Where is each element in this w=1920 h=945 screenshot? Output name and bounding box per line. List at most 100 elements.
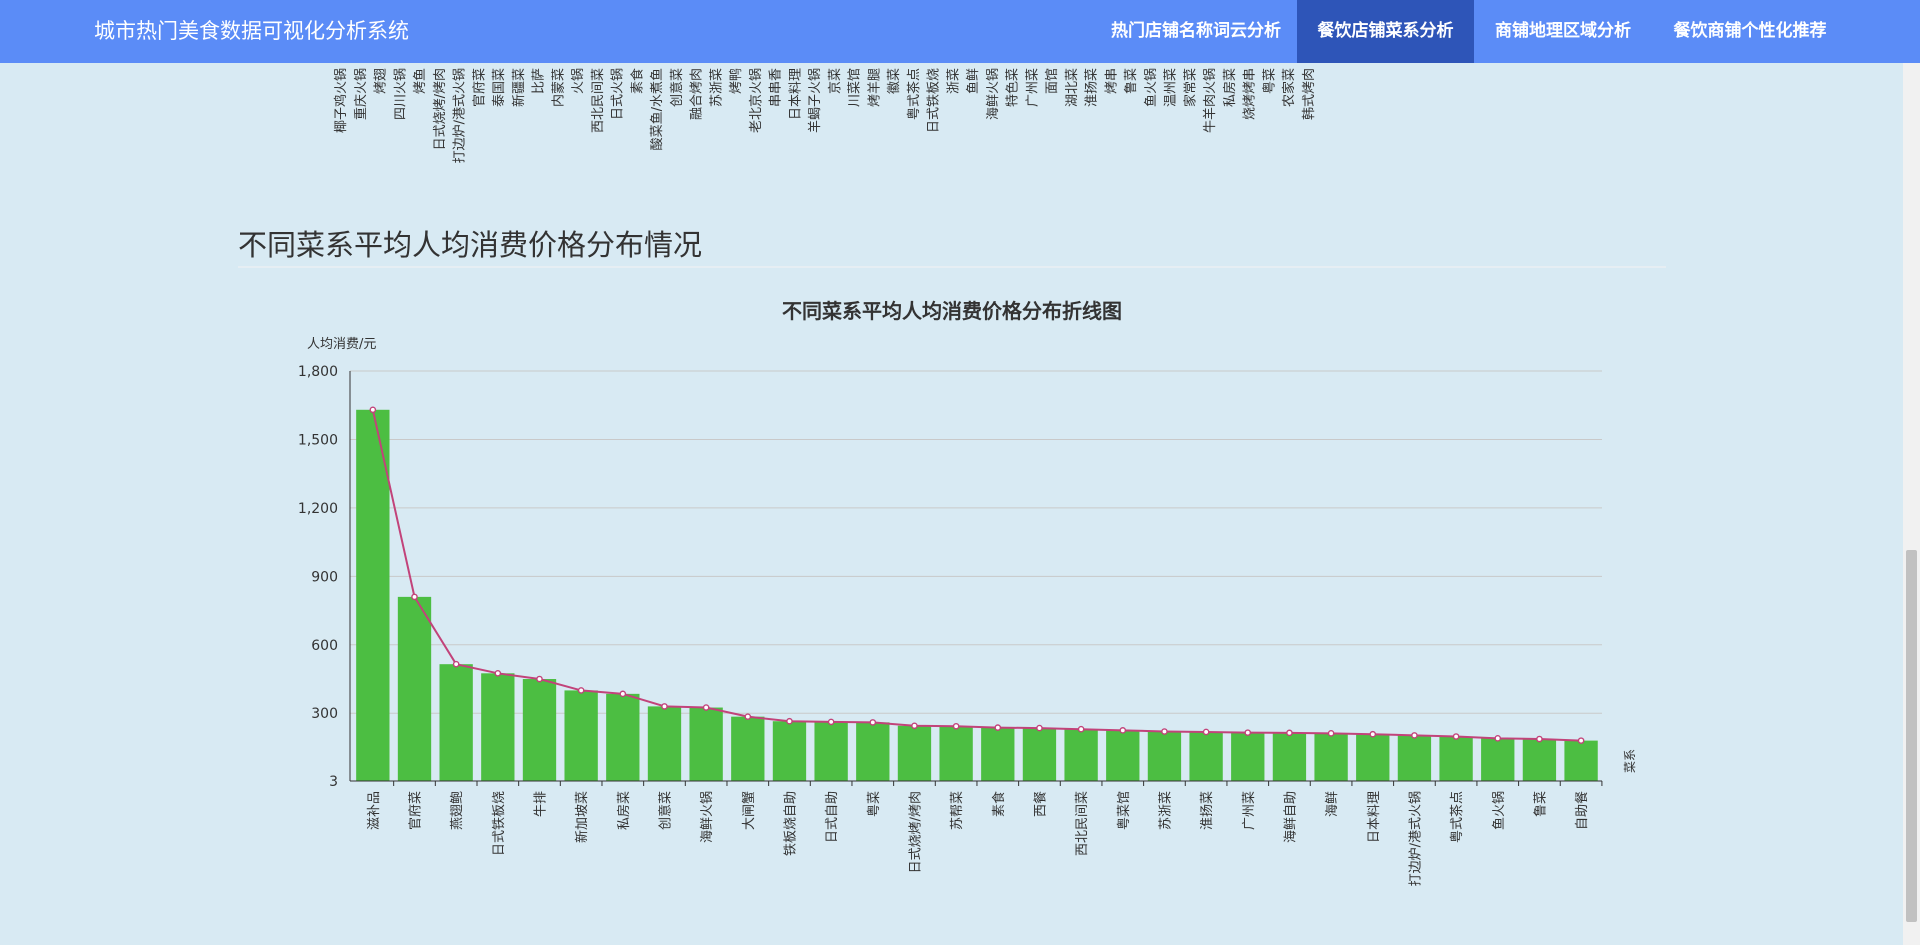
bar	[772, 721, 807, 781]
line-point	[1286, 729, 1293, 737]
line-point	[1244, 729, 1252, 736]
chart-bars	[356, 409, 1598, 781]
top-axis-label: 苏浙菜	[708, 68, 724, 107]
page-scrollbar[interactable]	[1903, 0, 1920, 945]
top-axis-label: 打边炉/港式火锅	[452, 68, 468, 163]
y-tick-label: 600	[311, 638, 338, 654]
top-axis-label: 特色菜	[1005, 68, 1021, 107]
top-axis-label: 酸菜鱼/水煮鱼	[649, 68, 665, 150]
x-tick-label: 西北民间菜	[1075, 791, 1090, 856]
top-axis-label: 鱼火锅	[1143, 68, 1159, 107]
top-axis-label: 韩式烤肉	[1302, 68, 1317, 120]
line-point	[411, 593, 418, 601]
x-tick-label: 海鲜	[1325, 791, 1340, 817]
x-tick-label: 燕翅鲍	[449, 791, 465, 830]
top-axis-label: 烤鱼	[412, 68, 428, 94]
line-point	[1161, 728, 1168, 735]
top-axis-label: 烤鸭	[729, 68, 744, 94]
x-tick-label: 粤菜	[866, 791, 882, 817]
top-navbar: 城市热门美食数据可视化分析系统 热门店铺名称词云分析 餐饮店铺菜系分析 商铺地理…	[0, 0, 1920, 63]
bar	[1147, 731, 1182, 781]
nav-wordcloud-analysis[interactable]: 热门店铺名称词云分析	[1085, 0, 1307, 63]
bar	[689, 707, 723, 781]
line-point	[827, 718, 835, 726]
x-tick-label: 海鲜自助	[1283, 791, 1298, 843]
y-axis-ticks: 1,800 1,500 1,200 900 600 300 3	[298, 364, 338, 790]
top-axis-label: 粤式茶点	[906, 68, 922, 120]
top-axis-label: 串串香	[769, 68, 784, 107]
top-axis-label: 椰子鸡火锅	[333, 68, 349, 133]
top-axis-label: 温州菜	[1164, 68, 1179, 107]
x-tick-label: 铁板烧自助	[783, 791, 798, 856]
line-point	[702, 704, 710, 711]
line-point	[619, 690, 627, 698]
bar	[1314, 733, 1348, 781]
x-tick-label: 官府菜	[407, 791, 423, 830]
y-tick-label: 3	[329, 774, 338, 790]
app-title[interactable]: 城市热门美食数据可视化分析系统	[94, 0, 409, 63]
top-axis-label: 泰国菜	[492, 68, 507, 107]
nav-geo-analysis[interactable]: 商铺地理区域分析	[1474, 0, 1652, 63]
nav-cuisine-analysis[interactable]: 餐饮店铺菜系分析	[1297, 0, 1474, 63]
x-tick-label: 素食	[991, 791, 1007, 817]
bar	[1564, 740, 1598, 781]
x-tick-label: 私房菜	[616, 791, 632, 830]
bar	[856, 722, 890, 781]
bar	[1356, 734, 1390, 781]
bar	[939, 726, 973, 781]
top-axis-label: 鱼鲜	[965, 68, 981, 94]
line-point	[1536, 735, 1543, 743]
top-axis-label: 家常菜	[1182, 68, 1198, 107]
bar	[481, 673, 515, 781]
top-axis-label: 创意菜	[669, 68, 685, 107]
x-tick-label: 滋补品	[367, 791, 382, 830]
y-tick-label: 1,200	[298, 501, 338, 517]
y-tick-label: 300	[311, 706, 338, 722]
line-point	[536, 675, 543, 683]
top-axis-label: 火锅	[570, 68, 586, 94]
bar	[981, 727, 1015, 781]
y-tick-label: 1,800	[298, 364, 338, 380]
chart-canvas: 椰子鸡火锅 重庆火锅 烤翅 四川火锅 烤鱼 日式烧烤/烤肉 打边炉/港式火锅 官府菜 泰国菜 新疆…	[298, 68, 1637, 886]
top-axis-label: 烤羊腿	[866, 68, 882, 107]
bar	[814, 721, 848, 781]
line-point	[1077, 725, 1085, 733]
x-tick-label: 苏浙菜	[1157, 791, 1173, 830]
top-axis-label: 日式铁板烧	[927, 68, 942, 133]
line-point	[1327, 730, 1335, 737]
top-axis-label: 素食	[629, 68, 645, 94]
top-axis-label: 川菜馆	[848, 68, 863, 107]
x-tick-label: 牛排	[533, 791, 548, 817]
top-axis-label: 烧烤烤串	[1243, 68, 1258, 120]
bar	[1481, 738, 1515, 781]
line-point	[1577, 737, 1585, 744]
top-axis-label: 广州菜	[1025, 68, 1040, 107]
top-axis-label: 私房菜	[1222, 68, 1238, 107]
line-point	[494, 670, 502, 677]
bar	[1522, 739, 1557, 781]
x-tick-label: 苏帮菜	[949, 791, 965, 830]
x-tick-label: 打边炉/港式火锅	[1407, 791, 1423, 886]
scrollbar-thumb[interactable]	[1906, 550, 1917, 922]
bar	[647, 706, 682, 781]
line-point	[1411, 732, 1418, 739]
line-point	[661, 703, 668, 710]
line-point	[744, 713, 752, 720]
top-axis-label: 农家菜	[1281, 68, 1297, 107]
x-tick-label: 西餐	[1032, 791, 1048, 817]
top-axis-label: 新疆菜	[511, 68, 527, 107]
x-tick-label: 广州菜	[1242, 791, 1257, 830]
line-point	[952, 722, 960, 730]
nav-recommendation[interactable]: 餐饮商铺个性化推荐	[1652, 0, 1848, 63]
x-tick-label: 淮扬菜	[1200, 791, 1215, 830]
line-point	[786, 717, 793, 725]
top-axis-label: 日本料理	[788, 68, 803, 120]
top-axis-label: 西北民间菜	[591, 68, 606, 133]
top-axis-label: 海鲜火锅	[985, 68, 1001, 120]
x-tick-label: 新加坡菜	[574, 791, 590, 843]
top-axis-label: 内蒙菜	[550, 68, 566, 107]
top-axis-label: 四川火锅	[392, 68, 408, 120]
top-axis-label: 面馆	[1045, 68, 1060, 94]
top-axis-label: 比萨	[532, 68, 547, 94]
top-axis-label: 重庆火锅	[353, 68, 369, 120]
